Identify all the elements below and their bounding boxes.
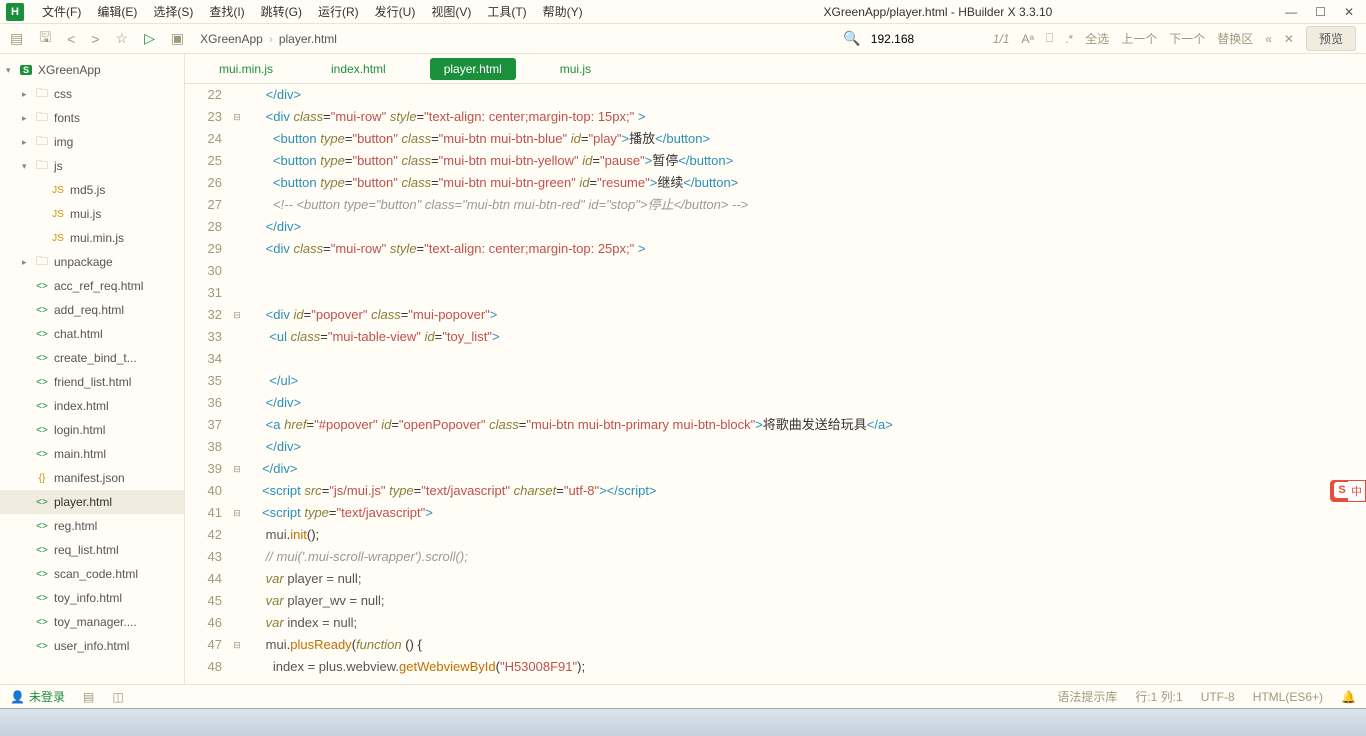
- tree-item[interactable]: <>create_bind_t...: [0, 346, 184, 370]
- terminal-icon[interactable]: ▤: [83, 690, 94, 704]
- double-chevron-icon[interactable]: «: [1265, 32, 1272, 46]
- tree-item[interactable]: JSmui.min.js: [0, 226, 184, 250]
- search-icon[interactable]: 🔍: [843, 30, 860, 47]
- publish-icon[interactable]: ▣: [171, 30, 184, 47]
- menu-item[interactable]: 运行(R): [310, 3, 367, 20]
- encoding[interactable]: UTF-8: [1201, 690, 1235, 704]
- menu-item[interactable]: 编辑(E): [89, 3, 145, 20]
- save-icon[interactable]: 🖫: [39, 27, 51, 51]
- menu-item[interactable]: 视图(V): [423, 3, 479, 20]
- toolbar: ▤ 🖫 < > ☆ ▷ ▣ XGreenApp › player.html 🔍 …: [0, 24, 1366, 54]
- statusbar: 👤 未登录 ▤ ◫ 语法提示库 行:1 列:1 UTF-8 HTML(ES6+)…: [0, 684, 1366, 708]
- regex-icon[interactable]: .*: [1065, 32, 1073, 46]
- tree-item[interactable]: ▾SXGreenApp: [0, 58, 184, 82]
- case-icon[interactable]: Aᵃ: [1021, 32, 1033, 46]
- app-logo: H: [6, 3, 24, 21]
- tree-item[interactable]: <>add_req.html: [0, 298, 184, 322]
- language-mode[interactable]: HTML(ES6+): [1253, 690, 1323, 704]
- menubar: H 文件(F)编辑(E)选择(S)查找(I)跳转(G)运行(R)发行(U)视图(…: [0, 0, 1366, 24]
- tree-item[interactable]: JSmd5.js: [0, 178, 184, 202]
- next-link[interactable]: 下一个: [1169, 30, 1205, 47]
- menu-item[interactable]: 选择(S): [145, 3, 201, 20]
- word-icon[interactable]: ⎕: [1046, 31, 1053, 46]
- code-editor[interactable]: 2223242526272829303132333435363738394041…: [185, 84, 1366, 684]
- star-icon[interactable]: ☆: [116, 30, 129, 47]
- menu-item[interactable]: 工具(T): [479, 3, 534, 20]
- select-all-link[interactable]: 全选: [1085, 30, 1109, 47]
- run-icon[interactable]: ▷: [144, 30, 155, 47]
- search-matches: 1/1: [993, 32, 1010, 46]
- tree-item[interactable]: <>index.html: [0, 394, 184, 418]
- cursor-position: 行:1 列:1: [1135, 688, 1182, 705]
- tree-item-active[interactable]: <>player.html: [0, 490, 184, 514]
- menu-item[interactable]: 文件(F): [34, 3, 89, 20]
- close-button[interactable]: ✕: [1344, 5, 1354, 19]
- minimize-button[interactable]: —: [1285, 5, 1297, 19]
- close-search-icon[interactable]: ✕: [1284, 32, 1294, 46]
- replace-link[interactable]: 替换区: [1217, 30, 1253, 47]
- preview-button[interactable]: 预览: [1306, 26, 1356, 51]
- breadcrumb-project[interactable]: XGreenApp: [200, 32, 263, 46]
- tree-item[interactable]: ▾🗀js: [0, 154, 184, 178]
- maximize-button[interactable]: ☐: [1315, 5, 1326, 19]
- syntax-hint[interactable]: 语法提示库: [1057, 688, 1117, 705]
- chevron-right-icon: ›: [269, 32, 273, 46]
- search-input[interactable]: [867, 30, 957, 48]
- forward-icon[interactable]: >: [91, 31, 99, 47]
- tree-item[interactable]: <>reg.html: [0, 514, 184, 538]
- tree-item[interactable]: <>toy_info.html: [0, 586, 184, 610]
- back-icon[interactable]: <: [67, 31, 75, 47]
- tree-item[interactable]: {}manifest.json: [0, 466, 184, 490]
- user-status[interactable]: 👤 未登录: [10, 688, 65, 705]
- ime-lang-icon[interactable]: 中: [1348, 480, 1366, 502]
- tree-item[interactable]: ▸🗀unpackage: [0, 250, 184, 274]
- panel-icon[interactable]: ◫: [112, 690, 123, 704]
- tree-item[interactable]: ▸🗀fonts: [0, 106, 184, 130]
- tree-item[interactable]: <>acc_ref_req.html: [0, 274, 184, 298]
- tree-item[interactable]: ▸🗀css: [0, 82, 184, 106]
- new-file-icon[interactable]: ▤: [10, 30, 23, 47]
- menu-item[interactable]: 帮助(Y): [535, 3, 591, 20]
- editor-tab[interactable]: mui.js: [546, 58, 605, 80]
- editor-tab[interactable]: index.html: [317, 58, 400, 80]
- breadcrumb: XGreenApp › player.html: [200, 32, 337, 46]
- os-taskbar[interactable]: [0, 708, 1366, 736]
- bell-icon[interactable]: 🔔: [1341, 690, 1356, 704]
- editor-tab[interactable]: mui.min.js: [205, 58, 287, 80]
- editor-tab[interactable]: player.html: [430, 58, 516, 80]
- menu-item[interactable]: 发行(U): [367, 3, 424, 20]
- tree-item[interactable]: <>toy_manager....: [0, 610, 184, 634]
- tree-item[interactable]: <>chat.html: [0, 322, 184, 346]
- tree-item[interactable]: <>req_list.html: [0, 538, 184, 562]
- tree-item[interactable]: JSmui.js: [0, 202, 184, 226]
- tree-item[interactable]: <>user_info.html: [0, 634, 184, 658]
- menu-item[interactable]: 查找(I): [201, 3, 252, 20]
- breadcrumb-file[interactable]: player.html: [279, 32, 337, 46]
- tree-item[interactable]: <>main.html: [0, 442, 184, 466]
- window-title: XGreenApp/player.html - HBuilder X 3.3.1…: [591, 5, 1286, 19]
- tree-item[interactable]: <>login.html: [0, 418, 184, 442]
- prev-link[interactable]: 上一个: [1121, 30, 1157, 47]
- project-tree[interactable]: ▾SXGreenApp▸🗀css▸🗀fonts▸🗀img▾🗀jsJSmd5.js…: [0, 54, 185, 684]
- menu-item[interactable]: 跳转(G): [253, 3, 310, 20]
- editor-tabs: mui.min.js index.html player.html mui.js: [185, 54, 1366, 84]
- tree-item[interactable]: ▸🗀img: [0, 130, 184, 154]
- tree-item[interactable]: <>scan_code.html: [0, 562, 184, 586]
- tree-item[interactable]: <>friend_list.html: [0, 370, 184, 394]
